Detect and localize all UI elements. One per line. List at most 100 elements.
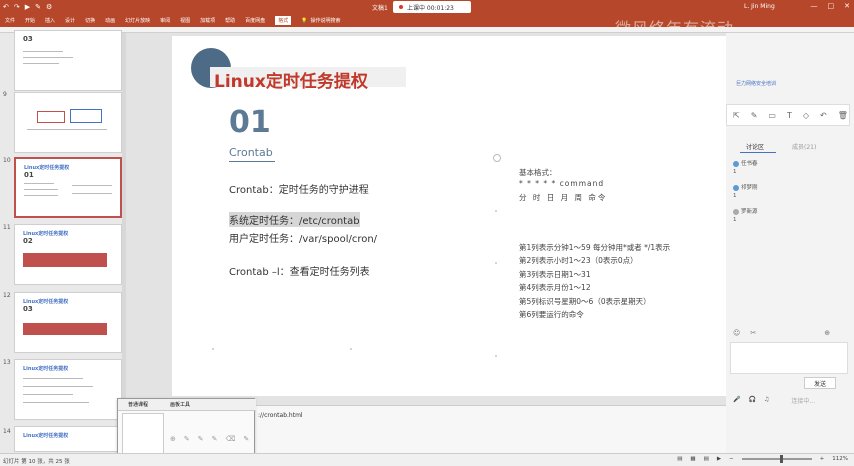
pen-icon[interactable]: ✎ (198, 435, 204, 443)
zoom-slider-knob[interactable] (779, 455, 783, 463)
present-icon[interactable]: ▶ (25, 3, 30, 11)
crontab-list-line[interactable]: Crontab –l：查看定时任务列表 (229, 263, 370, 278)
slide-thumbnail[interactable]: Linux定时任务提权 02 (14, 224, 122, 285)
format-row[interactable]: 第1列表示分钟1～59 每分钟用*或者 */1表示 (519, 242, 670, 253)
slide-title[interactable]: Linux定时任务提权 (214, 67, 368, 92)
tab-baidu[interactable]: 百度网盘 (245, 17, 265, 24)
tab-format[interactable]: 格式 (275, 16, 292, 25)
headphone-icon[interactable]: 🎧 (748, 396, 755, 405)
slideshow-icon[interactable]: ▶ (717, 456, 721, 462)
chat-user: 罗新源 (741, 209, 758, 215)
music-icon[interactable]: ♫ (764, 396, 769, 405)
zoom-slider[interactable] (741, 455, 812, 463)
pen-icon[interactable]: ✎ (184, 435, 190, 443)
add-icon[interactable]: ⊕ (170, 435, 176, 443)
tab-help[interactable]: 帮助 (225, 17, 235, 24)
text-icon[interactable]: T (787, 111, 792, 120)
selection-handle[interactable] (495, 262, 497, 264)
zoom-in-icon[interactable]: + (820, 456, 825, 462)
format-row[interactable]: 第2列表示小时1～23（0表示0点） (519, 255, 638, 266)
minimize-button[interactable]: — (811, 2, 818, 10)
format-row[interactable]: 第4列表示月份1～12 (519, 282, 591, 293)
popup-tab-course[interactable]: 普通课程 (128, 401, 148, 408)
thumbnail-number: 02 (23, 237, 33, 245)
undo-icon[interactable]: ↶ (820, 111, 827, 120)
selection-handle[interactable] (212, 348, 214, 350)
sorter-view-icon[interactable]: ▦ (690, 456, 695, 462)
eraser-icon[interactable]: ◇ (803, 111, 809, 120)
panel-tabs: 讨论区 成员(21) (726, 142, 850, 154)
microphone-icon[interactable]: 🎤 (733, 396, 740, 405)
tab-insert[interactable]: 插入 (45, 17, 55, 24)
slide-thumbnail[interactable]: Linux定时任务提权 (14, 426, 122, 452)
normal-view-icon[interactable]: ▤ (677, 456, 682, 462)
slide-thumbnail[interactable]: Linux定时任务提权 (14, 359, 122, 420)
maximize-button[interactable]: □ (828, 2, 835, 10)
tab-file[interactable]: 文件 (5, 17, 15, 24)
scissors-icon[interactable]: ✂ (750, 329, 756, 337)
format-row[interactable]: 第5列标识号星期0～6（0表示星期天） (519, 296, 651, 307)
format-stars[interactable]: * * * * * command (519, 179, 604, 188)
tab-review[interactable]: 审阅 (160, 17, 170, 24)
send-button[interactable]: 发送 (804, 377, 836, 389)
tab-animations[interactable]: 动画 (105, 17, 115, 24)
zoom-level[interactable]: 112% (832, 456, 848, 462)
settings-icon[interactable]: ⚙ (46, 3, 52, 11)
status-bar: 幻灯片 第 10 张，共 25 张 ▤ ▦ ▤ ▶ − + 112% (0, 453, 854, 466)
user-crontab-line[interactable]: 用户定时任务：/var/spool/cron/ (229, 230, 377, 245)
tab-slideshow[interactable]: 幻灯片放映 (125, 17, 150, 24)
pen-icon[interactable]: ✎ (751, 111, 758, 120)
emoji-icon[interactable]: ☺ (733, 329, 740, 337)
format-header[interactable]: 基本格式： (519, 167, 557, 178)
close-button[interactable]: ✕ (844, 2, 850, 10)
thumbnail-title: Linux定时任务提权 (23, 231, 69, 237)
format-labels[interactable]: 分 时 日 月 周 命令 (519, 192, 607, 203)
system-crontab-line[interactable]: 系统定时任务：/etc/crontab (229, 212, 360, 227)
chat-input[interactable] (730, 342, 848, 374)
tab-view[interactable]: 视图 (180, 17, 190, 24)
chat-text: 1 (733, 193, 737, 199)
format-row[interactable]: 第6列要运行的命令 (519, 309, 584, 320)
tab-discussion[interactable]: 讨论区 (746, 142, 764, 151)
tab-design[interactable]: 设计 (65, 17, 75, 24)
eraser-icon[interactable]: ⌫ (226, 435, 236, 443)
trash-icon[interactable]: 🗑 (838, 111, 848, 120)
thumbnail-number: 01 (24, 171, 34, 179)
tab-addins[interactable]: 加载项 (200, 17, 215, 24)
cursor-icon[interactable]: ⇱ (733, 111, 740, 120)
slide-thumbnail[interactable] (14, 92, 122, 153)
recording-indicator[interactable]: 上课中 00:01:23 (393, 1, 471, 13)
format-row[interactable]: 第3列表示日期1～31 (519, 269, 591, 280)
reading-view-icon[interactable]: ▤ (704, 456, 709, 462)
redo-icon[interactable]: ↷ (14, 3, 20, 11)
slide-thumbnail[interactable]: 03 (14, 30, 122, 91)
selection-handle[interactable] (495, 355, 497, 357)
section-number[interactable]: 01 (229, 105, 271, 140)
thumbnail-line (24, 183, 54, 184)
tab-transitions[interactable]: 切换 (85, 17, 95, 24)
tab-members[interactable]: 成员(21) (792, 142, 816, 151)
textbox-rotate-handle[interactable] (493, 154, 501, 162)
pen-icon[interactable]: ✎ (212, 435, 218, 443)
connection-status: 连接中... (791, 398, 816, 405)
thumbnail-title: Linux定时任务提权 (24, 165, 70, 171)
undo-icon[interactable]: ↶ (3, 3, 9, 11)
user-name[interactable]: L. Jin Ming (744, 3, 775, 10)
slide-thumbnail-selected[interactable]: Linux定时任务提权 01 (14, 157, 122, 218)
popup-tools: ⊕ ✎ ✎ ✎ ⌫ ✎ (170, 435, 249, 443)
notes-text[interactable]: ://crontab.html (258, 412, 303, 419)
section-subtitle[interactable]: Crontab (229, 146, 273, 159)
selection-handle[interactable] (495, 210, 497, 212)
crontab-daemon-line[interactable]: Crontab：定时任务的守护进程 (229, 181, 369, 196)
zoom-out-icon[interactable]: − (729, 456, 734, 462)
slide-thumbnail[interactable]: Linux定时任务提权 03 (14, 292, 122, 353)
tell-me[interactable]: 💡 操作说明搜索 (301, 17, 340, 25)
pen-icon[interactable]: ✎ (243, 435, 249, 443)
thumbnail-red-block (23, 253, 107, 267)
selection-handle[interactable] (350, 348, 352, 350)
pen-icon[interactable]: ✎ (35, 3, 41, 11)
popup-tab-drawing[interactable]: 画板工具 (170, 401, 190, 408)
tab-home[interactable]: 开始 (25, 17, 35, 24)
rectangle-icon[interactable]: ▭ (768, 111, 776, 120)
add-icon[interactable]: ⊕ (824, 329, 830, 337)
